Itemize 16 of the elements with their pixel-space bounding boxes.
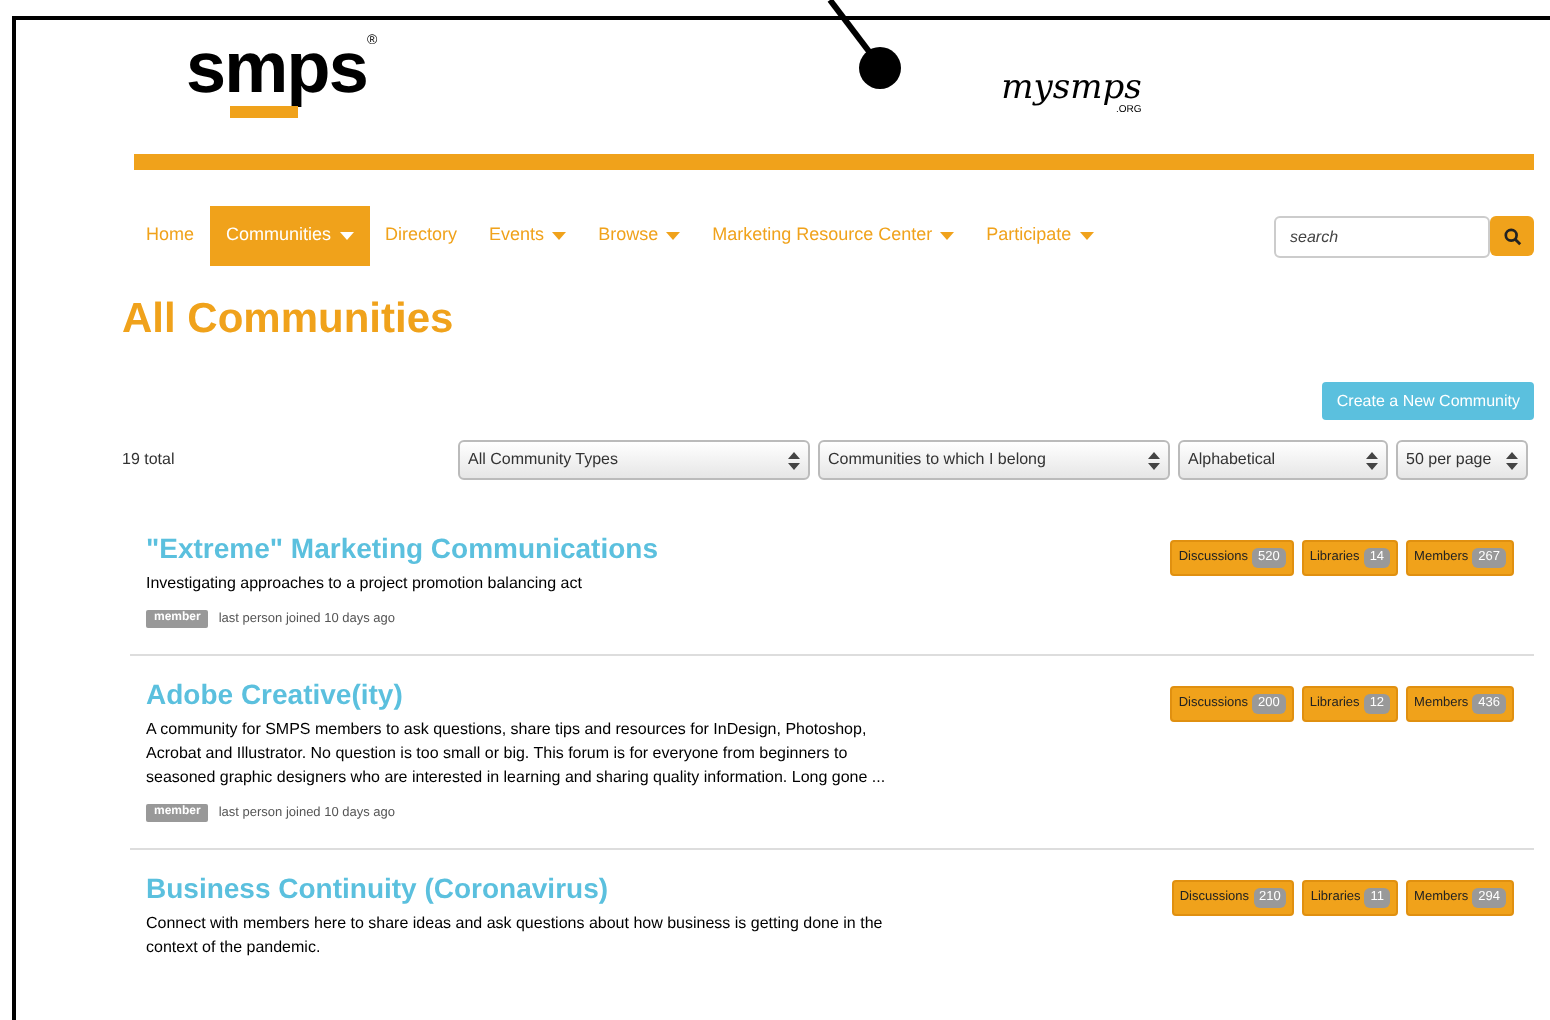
up-down-icon [1506, 451, 1518, 469]
up-down-icon [1148, 451, 1160, 469]
filter-select[interactable]: All Community Types [458, 440, 810, 480]
filter-select[interactable]: 50 per page [1396, 440, 1528, 480]
search-field[interactable]: search [1274, 215, 1490, 257]
filter-select[interactable]: Alphabetical [1178, 440, 1388, 480]
community-description: A community for SMPS members to ask questions, share tips and resources for InDesign, Photoshop, Acrobat and Illustrator. No question is too small or big. This forum is for everyone from beginners to seasoned graphic designers who are interested in learning and sharing quality information. Long gone ... [146, 717, 888, 790]
total-count: 19 total [122, 448, 177, 472]
up-down-icon [1366, 451, 1378, 469]
up-down-icon [788, 451, 800, 469]
search-button[interactable] [1490, 216, 1534, 256]
search-icon [1503, 227, 1521, 245]
community-description: Investigating approaches to a project promotion balancing act [146, 572, 584, 596]
filter-select[interactable]: Communities to which I belong [818, 440, 1170, 480]
community-description: Connect with members here to share ideas and ask questions about how business is getting done in the context of the pandemic. [146, 911, 885, 959]
page-title: All Communities [122, 294, 454, 346]
